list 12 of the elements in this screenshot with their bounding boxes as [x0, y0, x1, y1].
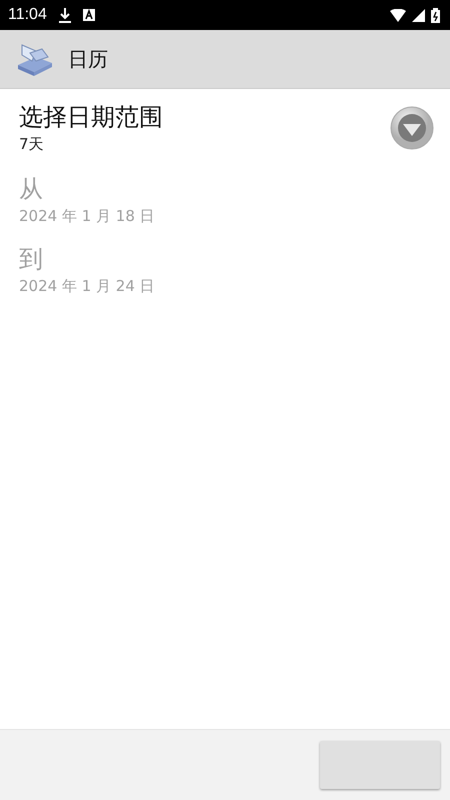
battery-icon [431, 8, 440, 22]
signal-icon [412, 8, 425, 22]
notification-icon [82, 9, 95, 21]
app-title: 日历 [68, 46, 108, 72]
field-label: 从 [19, 174, 44, 205]
clock: 11:04 [8, 6, 47, 24]
range-title: 选择日期范围 [19, 102, 163, 133]
field-label: 到 [19, 244, 44, 275]
range-value: 7天 [19, 134, 45, 155]
dropdown-button[interactable] [390, 106, 434, 150]
wifi-icon [390, 8, 406, 22]
download-icon [58, 8, 71, 22]
